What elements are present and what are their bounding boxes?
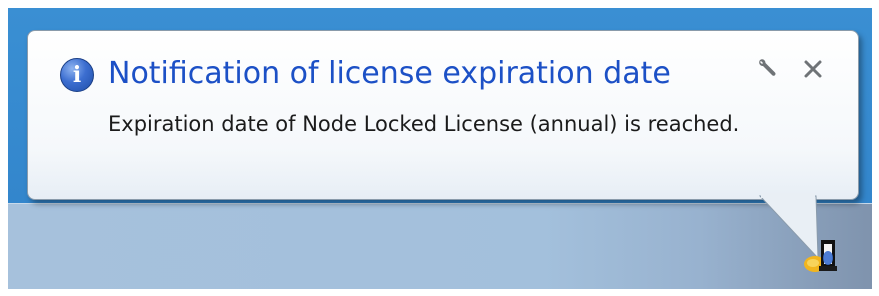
app-tray-icon[interactable] [801, 236, 841, 274]
notification-title: Notification of license expiration date [108, 56, 671, 91]
close-icon[interactable] [802, 58, 824, 80]
wrench-icon[interactable] [756, 57, 780, 81]
info-icon: i [60, 58, 94, 92]
taskbar [8, 203, 872, 289]
notification-message: Expiration date of Node Locked License (… [108, 112, 740, 136]
